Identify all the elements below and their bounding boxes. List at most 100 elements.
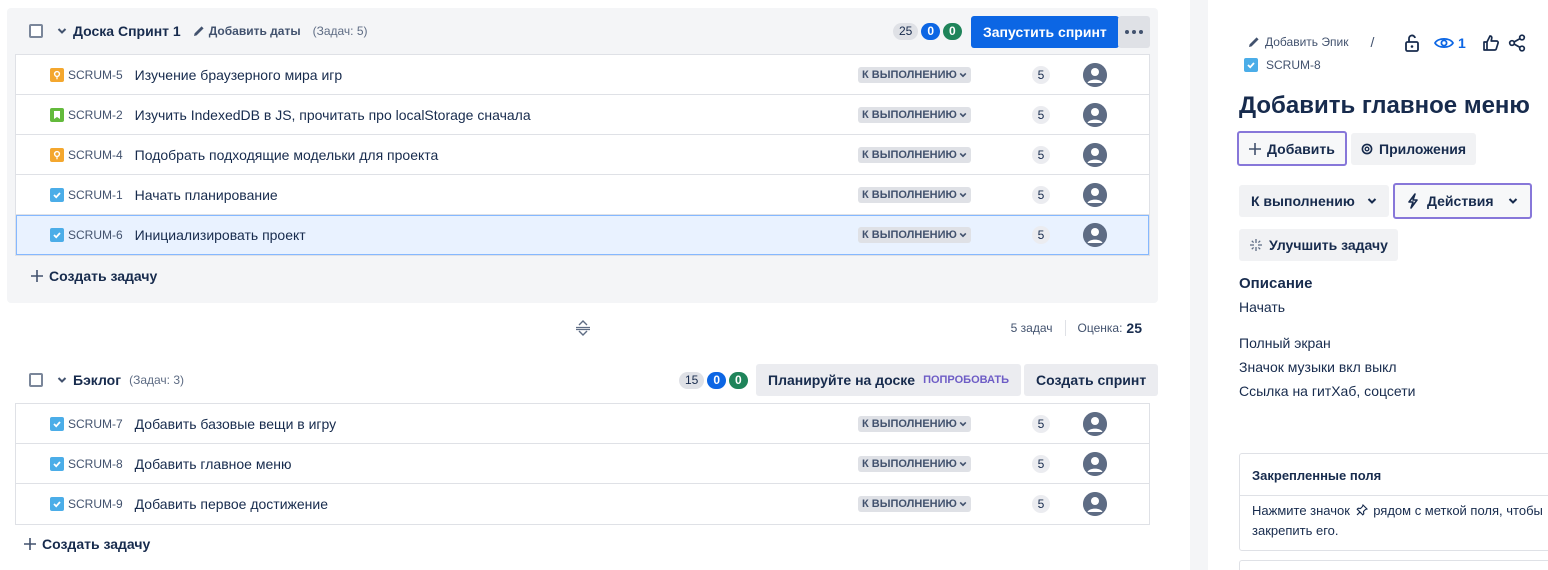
status-dropdown[interactable]: К ВЫПОЛНЕНИЮ [858,455,971,472]
backlog-title[interactable]: Бэклог [73,372,121,388]
issue-row[interactable]: SCRUM-8 Добавить главное меню К ВЫПОЛНЕНИЮ… [16,444,1149,484]
issue-row[interactable]: SCRUM-4 Подобрать подходящие модельки для… [16,135,1149,175]
status-dropdown[interactable]: К ВЫПОЛНЕНИЮ [858,106,971,123]
story-points-badge[interactable]: 5 [1032,414,1050,433]
status-dropdown[interactable]: К ВЫПОЛНЕНИЮ [858,227,971,243]
chevron-down-icon [959,112,967,117]
in-progress-points-badge: 0 [921,23,941,40]
issue-key[interactable]: SCRUM-7 [68,417,123,431]
backlog-checkbox[interactable] [29,373,43,387]
backlog-create-task-button[interactable]: Создать задачу [24,536,150,552]
sprint-point-badges: 25 0 0 [893,23,962,40]
assignee-avatar[interactable] [1083,451,1107,476]
status-label: К ВЫПОЛНЕНИЮ [862,68,957,81]
issue-key[interactable]: SCRUM-6 [68,228,123,242]
sparkle-icon [1250,239,1262,251]
status-dropdown[interactable]: К ВЫПОЛНЕНИЮ [858,66,971,83]
issue-key[interactable]: SCRUM-9 [68,497,123,511]
pinned-fields-heading: Закрепленные поля [1252,468,1382,483]
task-type-icon [50,456,64,471]
assignee-avatar[interactable] [1083,223,1107,247]
issue-key[interactable]: SCRUM-4 [68,148,123,162]
plan-on-board-label: Планируйте на доске [768,372,916,388]
issue-row[interactable]: SCRUM-7 Добавить базовые вещи в игру К ВЫП… [16,404,1149,444]
create-sprint-button[interactable]: Создать спринт [1024,364,1159,396]
story-points-badge[interactable]: 5 [1032,65,1050,84]
watchers-button[interactable]: 1 [1434,35,1468,51]
story-points-badge[interactable]: 5 [1032,145,1050,164]
eye-icon [1434,37,1454,49]
lock-icon[interactable] [1404,34,1430,52]
bug-type-icon [50,67,64,82]
create-task-label: Создать задачу [49,268,158,284]
assignee-avatar[interactable] [1083,102,1107,127]
issue-title[interactable]: Добавить главное меню [1239,92,1530,120]
chevron-down-icon[interactable] [57,26,67,36]
estimate-value: 25 [1126,320,1142,336]
backlog-task-count: (Задач: 3) [129,373,184,387]
status-label: К ВЫПОЛНЕНИЮ [862,108,957,121]
status-dropdown[interactable]: К выполнению [1239,185,1389,217]
story-points-badge[interactable]: 5 [1032,226,1050,244]
story-points-badge[interactable]: 5 [1032,185,1050,204]
issue-summary[interactable]: Инициализировать проект [135,227,306,243]
sprint-checkbox[interactable] [29,24,43,38]
issue-key[interactable]: SCRUM-2 [68,108,123,122]
start-sprint-button[interactable]: Запустить спринт [971,16,1119,48]
add-button[interactable]: Добавить [1237,131,1347,166]
add-dates-link[interactable]: Добавить даты [193,24,301,38]
issue-key[interactable]: SCRUM-8 [68,457,123,471]
issue-row[interactable]: SCRUM-2 Изучить IndexedDB в JS, прочитать… [16,95,1149,135]
issue-summary[interactable]: Добавить базовые вещи в игру [135,416,337,432]
issue-summary[interactable]: Добавить главное меню [135,456,292,472]
description-line: Ссылка на гитХаб, соцсети [1239,383,1416,399]
issue-row[interactable]: SCRUM-1 Начать планирование К ВЫПОЛНЕНИЮ 5 [16,175,1149,215]
assignee-avatar[interactable] [1083,182,1107,207]
drag-handle-icon[interactable] [575,320,591,339]
issue-summary[interactable]: Добавить первое достижение [135,496,328,512]
issue-summary[interactable]: Изучить IndexedDB в JS, прочитать про lo… [135,107,531,123]
issue-summary[interactable]: Изучение браузерного мира игр [135,67,343,83]
status-dropdown[interactable]: К ВЫПОЛНЕНИЮ [858,186,971,203]
assignee-avatar[interactable] [1083,142,1107,167]
add-epic-link[interactable]: Добавить Эпик [1248,35,1348,49]
chevron-down-icon[interactable] [57,375,67,385]
issue-summary[interactable]: Начать планирование [135,187,278,203]
assignee-avatar[interactable] [1083,411,1107,436]
assignee-avatar[interactable] [1083,492,1107,516]
sprint-title[interactable]: Доска Спринт 1 [73,23,181,39]
issue-summary[interactable]: Подобрать подходящие модельки для проект… [135,147,439,163]
lightning-icon [1408,193,1418,209]
story-points-badge[interactable]: 5 [1032,105,1050,124]
sprint-create-task-button[interactable]: Создать задачу [31,268,157,284]
issue-row[interactable]: SCRUM-5 Изучение браузерного мира игр К ВЫ… [16,55,1149,95]
issue-key[interactable]: SCRUM-8 [1244,58,1321,72]
more-options-button[interactable] [1118,16,1150,48]
issue-key[interactable]: SCRUM-5 [68,68,123,82]
share-icon[interactable] [1508,34,1534,52]
status-dropdown[interactable]: К ВЫПОЛНЕНИЮ [858,496,971,512]
pinned-hint-before: Нажмите значок [1252,503,1350,518]
apps-button[interactable]: Приложения [1351,133,1477,165]
issue-row[interactable]: SCRUM-9 Добавить первое достижение К ВЫПОЛ… [16,484,1149,524]
total-points-badge: 25 [893,23,919,40]
issue-key[interactable]: SCRUM-1 [68,188,123,202]
like-icon[interactable] [1482,34,1508,52]
status-dropdown[interactable]: К ВЫПОЛНЕНИЮ [858,415,971,432]
story-points-badge[interactable]: 5 [1032,454,1050,473]
assignee-avatar[interactable] [1083,62,1107,87]
story-points-badge[interactable]: 5 [1032,495,1050,513]
description-line: Значок музыки вкл выкл [1239,359,1397,375]
improve-task-button[interactable]: Улучшить задачу [1239,229,1398,261]
status-dropdown[interactable]: К ВЫПОЛНЕНИЮ [858,146,971,163]
pencil-icon [193,26,204,36]
total-points-badge: 15 [679,372,705,389]
issue-row[interactable]: SCRUM-6 Инициализировать проект К ВЫПОЛНЕН… [16,215,1149,255]
panel-resize-handle[interactable] [1190,0,1208,570]
issue-key-label: SCRUM-8 [1266,58,1321,72]
plan-on-board-button[interactable]: Планируйте на доске ПОПРОБОВАТЬ [756,364,1022,396]
done-points-badge: 0 [729,372,748,389]
apps-label: Приложения [1379,141,1467,157]
actions-dropdown[interactable]: Действия [1393,183,1532,219]
pin-icon [1356,503,1368,516]
